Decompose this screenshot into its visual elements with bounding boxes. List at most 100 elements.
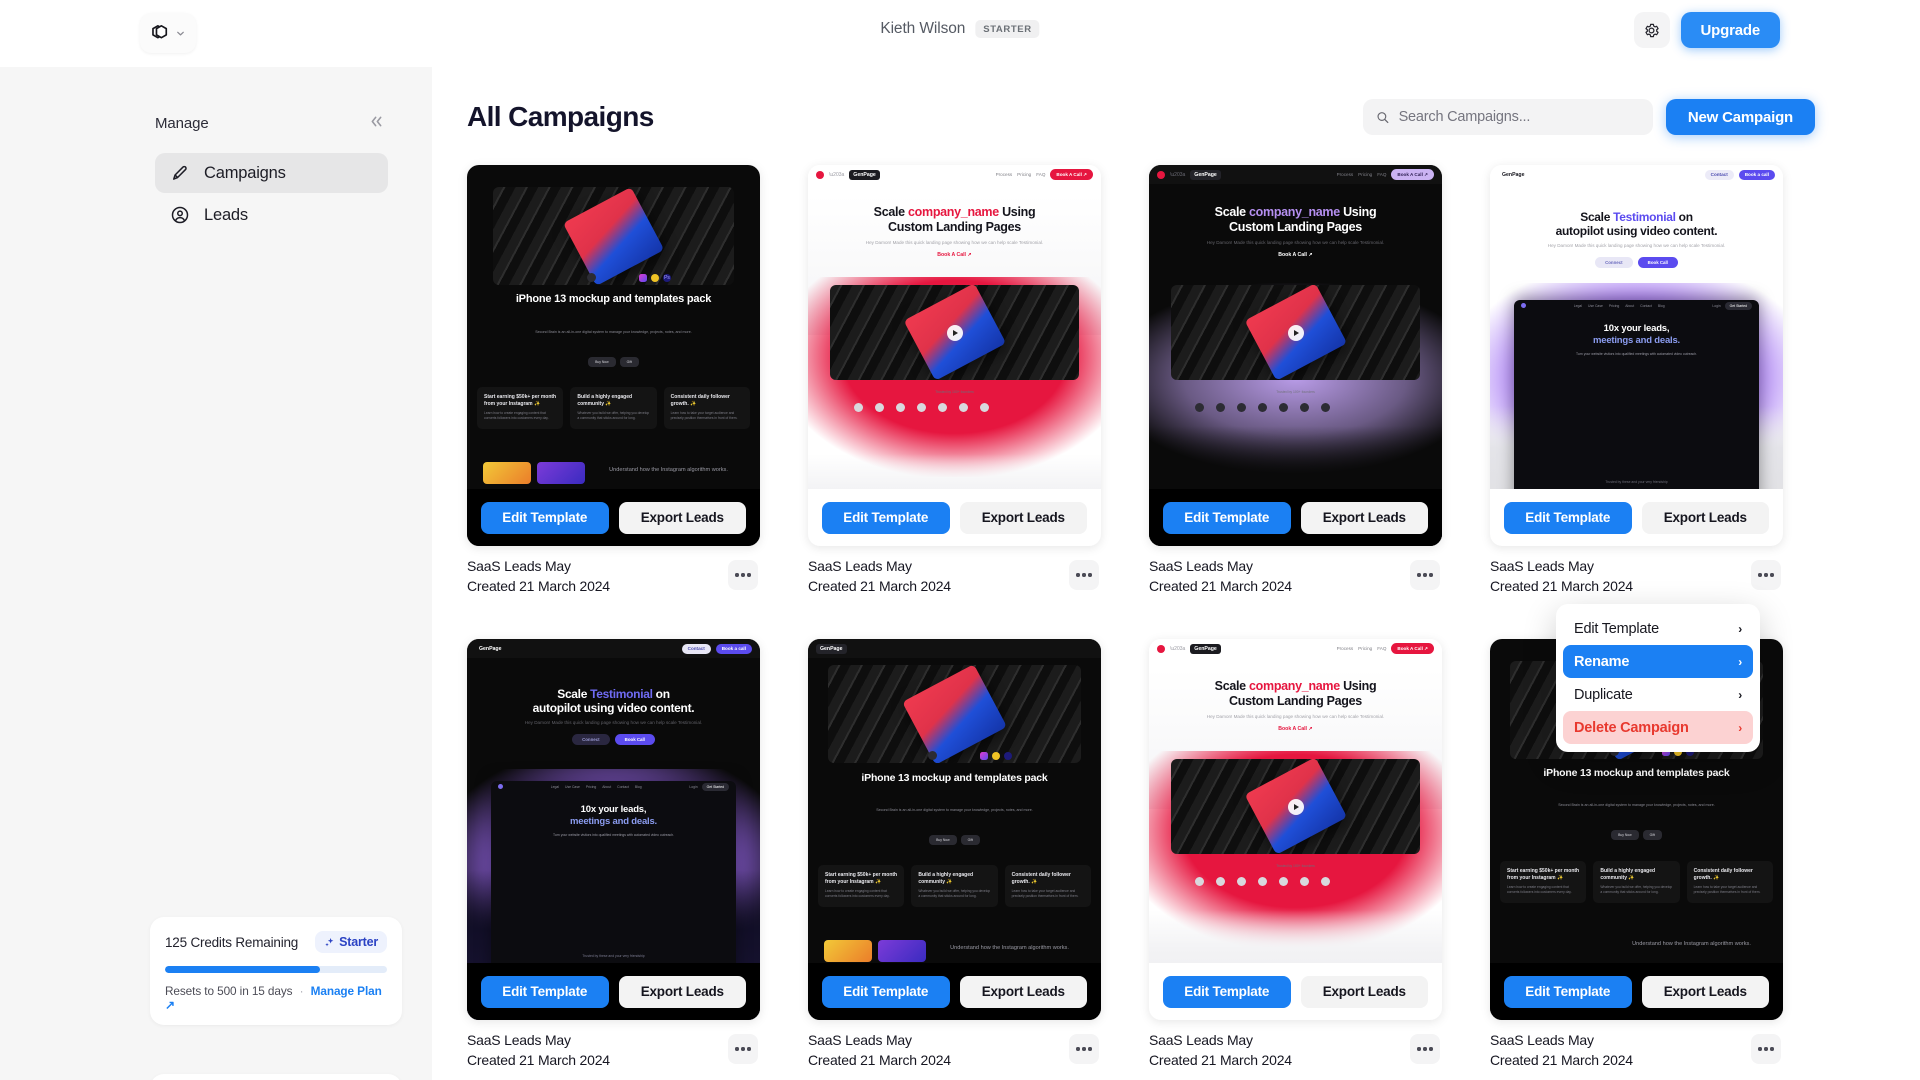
sidebar-nav: Campaigns Leads (0, 153, 432, 235)
edit-template-button[interactable]: Edit Template (481, 501, 609, 534)
campaign-card-meta: SaaS Leads May Created 21 March 2024 (1490, 546, 1783, 594)
campaign-menu-button[interactable] (728, 560, 758, 590)
edit-template-button[interactable]: Edit Template (1504, 975, 1632, 1008)
inner-nav-link: Contact (1640, 303, 1652, 308)
preview-feature-tiles: Start earning $50k+ per month from your … (1500, 861, 1773, 903)
export-leads-button[interactable]: Export Leads (1300, 501, 1428, 534)
workspace-switcher[interactable] (140, 13, 196, 53)
plan-chip[interactable]: Starter (315, 931, 387, 953)
search-icon (1377, 111, 1389, 123)
edit-template-button[interactable]: Edit Template (1504, 501, 1632, 534)
preview-thumb-tile (483, 462, 531, 484)
campaign-card-text: SaaS Leads May Created 21 March 2024 (808, 1032, 951, 1068)
credits-remaining-label: 125 Credits Remaining (165, 934, 299, 950)
headline-post: Using (998, 205, 1036, 219)
campaign-thumbnail[interactable]: \u203a GenPage Process Pricing FAQ Book … (808, 165, 1101, 546)
sparkle-icon (325, 937, 334, 946)
preview-nav-link: FAQ (1377, 172, 1387, 177)
campaign-card-meta: SaaS Leads May Created 21 March 2024 (1149, 1020, 1442, 1068)
preview-nav-button: Book a call (715, 643, 752, 654)
preview-thumb-tile (824, 940, 872, 962)
campaign-menu-button[interactable] (1069, 560, 1099, 590)
search-box[interactable] (1362, 99, 1653, 135)
app-icon (651, 274, 659, 282)
edit-template-button[interactable]: Edit Template (481, 975, 609, 1008)
campaign-menu-button[interactable] (1410, 560, 1440, 590)
context-menu-item-edit-template[interactable]: Edit Template › (1563, 612, 1753, 645)
campaign-card[interactable]: \u203a GenPage Process Pricing FAQ Book … (1149, 639, 1442, 1068)
edit-template-button[interactable]: Edit Template (1163, 975, 1291, 1008)
campaign-card[interactable]: GenPage iPhone 13 mockup and templates p… (808, 639, 1101, 1068)
preview-subtext: Second Brain is an all-in-one digital sy… (1558, 803, 1715, 807)
headline-pre: Scale (1214, 205, 1250, 219)
campaign-thumbnail[interactable]: \u203a GenPage Process Pricing FAQ Book … (1149, 165, 1442, 546)
campaign-card[interactable]: Ps iPhone 13 mockup and templates pack S… (467, 165, 760, 594)
preview-navbar: GenPage (808, 639, 1101, 658)
context-menu-item-rename[interactable]: Rename › (1563, 645, 1753, 678)
edit-template-button[interactable]: Edit Template (1163, 501, 1291, 534)
new-campaign-button[interactable]: New Campaign (1665, 99, 1815, 135)
context-menu-item-duplicate[interactable]: Duplicate › (1563, 678, 1753, 711)
upgrade-button[interactable]: Upgrade (1680, 12, 1780, 48)
headline-pre: Scale (557, 687, 591, 701)
preview-brand: GenPage (1190, 643, 1221, 654)
campaign-thumbnail[interactable]: GenPage Contact Book a call Scale Testim… (467, 639, 760, 1020)
campaign-menu-button[interactable] (1751, 560, 1781, 590)
inner-nav-link: Pricing (585, 784, 597, 789)
app-icon (1004, 752, 1012, 760)
context-menu-item-delete-campaign[interactable]: Delete Campaign › (1563, 711, 1753, 744)
export-leads-button[interactable]: Export Leads (1641, 501, 1769, 534)
account-name: Kieth Wilson (880, 20, 966, 37)
search-input[interactable] (1398, 109, 1640, 125)
app-root: Kieth Wilson STARTER Upgrade Manage Camp… (0, 0, 1920, 1080)
preview-nav-cta: Book A Call ↗ (1391, 643, 1434, 654)
campaign-date: Created 21 March 2024 (1490, 1052, 1633, 1068)
campaign-menu-button[interactable] (1410, 1034, 1440, 1064)
export-leads-button[interactable]: Export Leads (959, 501, 1087, 534)
export-leads-button[interactable]: Export Leads (1641, 975, 1769, 1008)
campaign-thumbnail[interactable]: Ps iPhone 13 mockup and templates pack S… (467, 165, 760, 546)
avatar-dot (959, 403, 968, 412)
feature-tile: Start earning $50k+ per month from your … (477, 387, 564, 429)
campaign-menu-button[interactable] (1751, 1034, 1781, 1064)
campaign-thumbnail[interactable]: GenPage Contact Book a call Scale Testim… (1490, 165, 1783, 546)
preview-brand: GenPage (479, 645, 502, 652)
campaign-thumbnail[interactable]: GenPage iPhone 13 mockup and templates p… (808, 639, 1101, 1020)
user-profile-card[interactable]: Kieth Wilson zaap.bio/kiethwilson (150, 1074, 402, 1080)
top-bar-actions: Upgrade (1633, 12, 1780, 48)
preview-media (493, 187, 734, 285)
export-leads-button[interactable]: Export Leads (1300, 975, 1428, 1008)
feature-tile-title: Build a highly engaged community ✨ (577, 394, 633, 407)
avatar-dot (1321, 877, 1330, 886)
campaign-card[interactable]: \u203a GenPage Process Pricing FAQ Book … (808, 165, 1101, 594)
campaign-menu-button[interactable] (1069, 1034, 1099, 1064)
brand-mark-icon (816, 170, 824, 179)
campaign-title: SaaS Leads May (808, 558, 912, 574)
preview-footer: Trusted by 100+ founders (1276, 864, 1315, 868)
sidebar-item-leads[interactable]: Leads (155, 195, 388, 235)
edit-template-button[interactable]: Edit Template (822, 975, 950, 1008)
export-leads-button[interactable]: Export Leads (618, 501, 746, 534)
inner-nav-cta: Get Started (1724, 301, 1752, 310)
settings-button[interactable] (1633, 12, 1670, 48)
sidebar-collapse-button[interactable] (365, 113, 388, 134)
campaign-card[interactable]: \u203a GenPage Process Pricing FAQ Book … (1149, 165, 1442, 594)
campaign-thumbnail[interactable]: \u203a GenPage Process Pricing FAQ Book … (1149, 639, 1442, 1020)
campaign-card[interactable]: GenPage Contact Book a call Scale Testim… (467, 639, 760, 1068)
app-icon (992, 752, 1000, 760)
preview-nav-button: Contact (1704, 169, 1734, 180)
campaign-menu-button[interactable] (728, 1034, 758, 1064)
preview-subtext: Hey Damon! Made this quick landing page … (524, 720, 703, 726)
campaign-date: Created 21 March 2024 (808, 1052, 951, 1068)
headline-post: on (1675, 210, 1693, 224)
headline-pre: Scale (1580, 210, 1614, 224)
sidebar-item-campaigns[interactable]: Campaigns (155, 153, 388, 193)
preview-navbar: \u203a GenPage Process Pricing FAQ Book … (1149, 639, 1442, 658)
thumbnail-actions: Edit Template Export Leads (808, 489, 1101, 546)
export-leads-button[interactable]: Export Leads (959, 975, 1087, 1008)
campaign-card[interactable]: GenPage Contact Book a call Scale Testim… (1490, 165, 1783, 594)
export-leads-button[interactable]: Export Leads (618, 975, 746, 1008)
preview-subtext: Hey Damon! Made this quick landing page … (865, 239, 1044, 245)
top-bar: Kieth Wilson STARTER Upgrade (0, 0, 1920, 67)
edit-template-button[interactable]: Edit Template (822, 501, 950, 534)
